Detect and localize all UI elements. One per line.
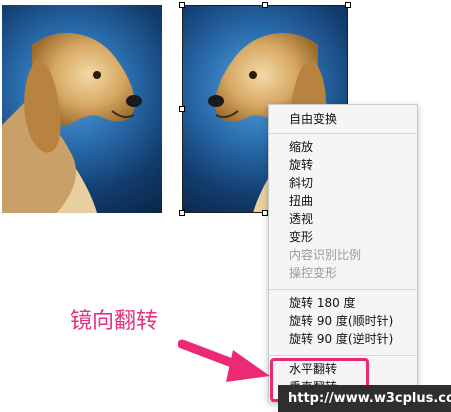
menu-item-free-transform[interactable]: 自由变换 (289, 111, 337, 127)
original-photo (2, 5, 162, 213)
menu-item-skew[interactable]: 斜切 (289, 175, 313, 191)
handle-middle-left[interactable] (179, 106, 185, 112)
menu-item-puppet-warp: 操控变形 (289, 266, 338, 280)
menu-item-warp[interactable]: 变形 (289, 229, 313, 245)
menu-separator (269, 355, 417, 356)
annotation-arrow-icon (178, 339, 270, 382)
menu-item-rotate-180[interactable]: 旋转 180 度 (289, 295, 356, 311)
menu-item-rotate-90-ccw[interactable]: 旋转 90 度(逆时针) (289, 331, 393, 347)
dog-image (2, 33, 142, 213)
menu-separator (269, 133, 417, 134)
menu-item-scale[interactable]: 缩放 (289, 139, 313, 155)
menu-item-rotate[interactable]: 旋转 (289, 157, 313, 173)
menu-item-content-aware-scale: 内容识别比例 (289, 248, 362, 262)
handle-top-left[interactable] (179, 2, 185, 8)
handle-bottom-left[interactable] (179, 210, 185, 216)
menu-item-rotate-90-cw[interactable]: 旋转 90 度(顺时针) (289, 313, 393, 329)
annotation-label: 镜向翻转 (70, 309, 159, 334)
handle-top-right[interactable] (345, 2, 351, 8)
handle-top-middle[interactable] (262, 2, 268, 8)
menu-item-perspective[interactable]: 透视 (289, 211, 313, 227)
menu-separator (269, 289, 417, 290)
watermark: http://www.w3cplus.com (278, 385, 451, 412)
menu-item-distort[interactable]: 扭曲 (289, 193, 313, 209)
